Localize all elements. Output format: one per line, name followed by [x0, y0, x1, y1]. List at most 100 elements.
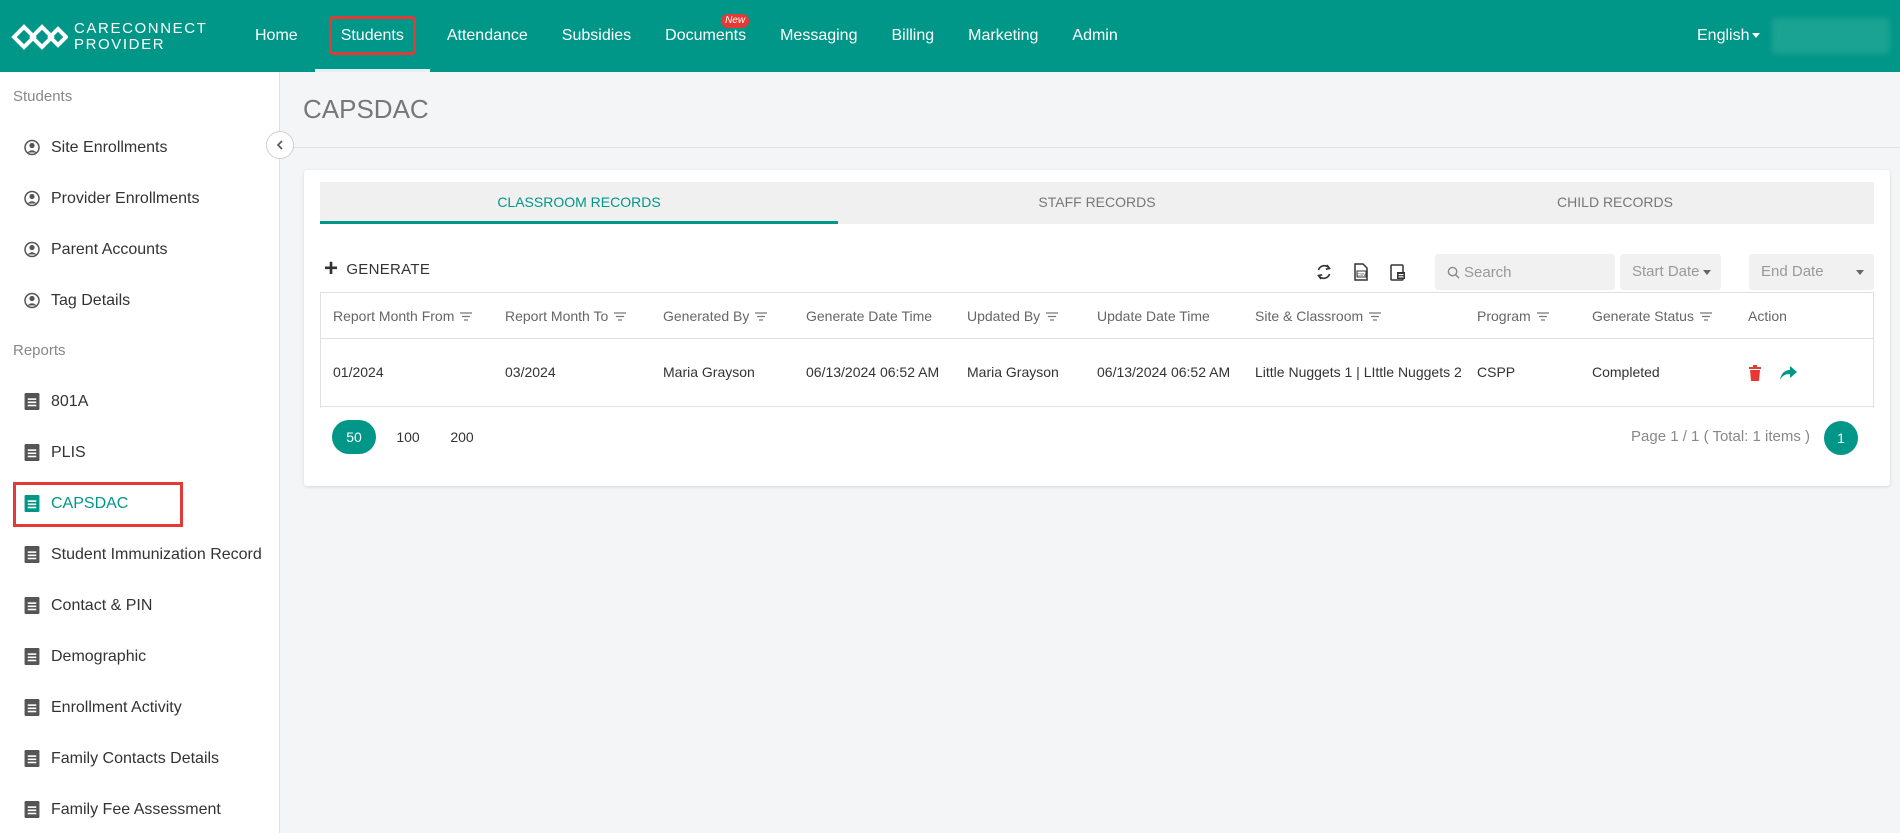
- refresh-icon[interactable]: [1314, 262, 1334, 282]
- filter-icon[interactable]: [1369, 312, 1382, 321]
- column-header-site-classroom[interactable]: Site & Classroom: [1242, 292, 1464, 339]
- highlight-box: [13, 482, 183, 527]
- nav-documents[interactable]: Documents New: [648, 0, 763, 72]
- nav-home[interactable]: Home: [238, 0, 315, 72]
- page-button-1[interactable]: 1: [1824, 421, 1858, 455]
- sidebar-item-label: Demographic: [51, 647, 147, 665]
- nav-admin[interactable]: Admin: [1055, 0, 1134, 72]
- nav-billing-label: Billing: [891, 27, 935, 44]
- plus-icon: +: [324, 255, 339, 282]
- nav-billing[interactable]: Billing: [874, 0, 951, 72]
- cell-site-classroom: Little Nuggets 1 | LIttle Nuggets 2: [1242, 338, 1464, 407]
- brand-line-1: CARECONNECT: [74, 20, 208, 37]
- cell-updated-by: Maria Grayson: [954, 338, 1084, 407]
- user-circle-icon: [24, 190, 40, 207]
- page-size-100[interactable]: 100: [386, 420, 430, 454]
- divider: [281, 147, 1900, 148]
- column-header-update-date-time: Update Date Time: [1084, 292, 1242, 339]
- column-header-generate-status[interactable]: Generate Status: [1579, 292, 1735, 339]
- sidebar-heading-reports: Reports: [13, 342, 66, 359]
- page-size-200[interactable]: 200: [440, 420, 484, 454]
- user-circle-icon: [24, 139, 40, 156]
- document-icon: [24, 699, 40, 716]
- nav-subsidies[interactable]: Subsidies: [545, 0, 648, 72]
- end-date-placeholder: End Date: [1761, 263, 1824, 280]
- records-card: CLASSROOM RECORDS STAFF RECORDS CHILD RE…: [304, 170, 1890, 486]
- export-csv-icon[interactable]: CSV: [1351, 262, 1371, 282]
- tab-classroom-records[interactable]: CLASSROOM RECORDS: [320, 182, 838, 224]
- caret-down-icon: [1752, 33, 1761, 39]
- sidebar-item-provider-enrollments[interactable]: Provider Enrollments: [0, 173, 279, 224]
- sidebar-item-label: PLIS: [51, 443, 86, 461]
- sidebar-item-family-contacts-details[interactable]: Family Contacts Details: [0, 733, 279, 784]
- nav-home-label: Home: [255, 27, 298, 44]
- sidebar-item-site-enrollments[interactable]: Site Enrollments: [0, 122, 279, 173]
- tab-child-records[interactable]: CHILD RECORDS: [1356, 182, 1874, 224]
- generate-label: GENERATE: [346, 260, 431, 278]
- sidebar-item-label: Tag Details: [51, 291, 131, 309]
- sidebar-item-capsdac[interactable]: CAPSDAC: [0, 478, 279, 529]
- sidebar-item-family-fee-assessment[interactable]: Family Fee Assessment: [0, 784, 279, 833]
- user-account-menu[interactable]: [1772, 18, 1890, 54]
- search-icon: [1447, 266, 1460, 279]
- search-input[interactable]: [1464, 263, 1614, 281]
- sidebar-item-parent-accounts[interactable]: Parent Accounts: [0, 224, 279, 275]
- nav-students[interactable]: Students: [314, 0, 430, 72]
- share-icon[interactable]: [1779, 365, 1798, 381]
- sidebar-item-contact-pin[interactable]: Contact & PIN: [0, 580, 279, 631]
- start-date-placeholder: Start Date: [1632, 263, 1700, 280]
- sidebar-item-student-immunization-record[interactable]: Student Immunization Record: [0, 529, 279, 580]
- cell-generated-by: Maria Grayson: [650, 338, 793, 407]
- filter-icon[interactable]: [1699, 312, 1712, 321]
- sidebar-collapse-button[interactable]: [266, 131, 294, 159]
- sidebar-item-plis[interactable]: PLIS: [0, 427, 279, 478]
- start-date-picker[interactable]: Start Date: [1620, 254, 1721, 290]
- page-size-50[interactable]: 50: [332, 420, 376, 454]
- svg-text:CSV: CSV: [1357, 272, 1366, 277]
- sidebar-item-tag-details[interactable]: Tag Details: [0, 275, 279, 326]
- generate-button[interactable]: + GENERATE: [324, 255, 431, 282]
- delete-icon[interactable]: [1748, 365, 1762, 382]
- filter-icon[interactable]: [1046, 312, 1059, 321]
- sidebar-item-801a[interactable]: 801A: [0, 376, 279, 427]
- language-dropdown[interactable]: English: [1697, 0, 1761, 72]
- page-title: CAPSDAC: [303, 94, 429, 124]
- document-icon: [24, 444, 40, 461]
- nav-admin-label: Admin: [1072, 27, 1118, 44]
- chevron-left-icon: [276, 140, 283, 150]
- nav-marketing-label: Marketing: [968, 27, 1039, 44]
- sidebar-item-label: Family Fee Assessment: [51, 800, 221, 818]
- filter-icon[interactable]: [755, 312, 768, 321]
- column-header-report-month-from[interactable]: Report Month From: [320, 292, 492, 339]
- column-header-program[interactable]: Program: [1464, 292, 1579, 339]
- tab-staff-records[interactable]: STAFF RECORDS: [838, 182, 1356, 224]
- brand-logo[interactable]: CARECONNECT PROVIDER: [10, 20, 207, 54]
- careconnect-logo-icon: [11, 24, 68, 50]
- filter-icon[interactable]: [460, 312, 473, 321]
- sidebar-item-label: 801A: [51, 392, 89, 410]
- nav-messaging[interactable]: Messaging: [763, 0, 874, 72]
- records-table: Report Month From Report Month To Genera…: [320, 292, 1874, 407]
- sidebar-item-enrollment-activity[interactable]: Enrollment Activity: [0, 682, 279, 733]
- filter-icon[interactable]: [614, 312, 627, 321]
- column-header-generated-by[interactable]: Generated By: [650, 292, 793, 339]
- column-header-action: Action: [1735, 292, 1874, 339]
- sidebar-item-label: Student Immunization Record: [51, 545, 262, 563]
- end-date-picker[interactable]: End Date: [1749, 254, 1874, 290]
- nav-students-label: Students: [328, 16, 416, 55]
- column-header-report-month-to[interactable]: Report Month To: [492, 292, 650, 339]
- filter-icon[interactable]: [1536, 312, 1549, 321]
- nav-subsidies-label: Subsidies: [561, 27, 632, 44]
- cell-report-month-to: 03/2024: [492, 338, 650, 407]
- sidebar-item-label: Parent Accounts: [51, 240, 168, 258]
- document-icon: [24, 750, 40, 767]
- column-header-updated-by[interactable]: Updated By: [954, 292, 1084, 339]
- export-excel-icon[interactable]: [1388, 262, 1408, 282]
- main-nav: Home Students Attendance Subsidies Docum…: [238, 0, 1135, 72]
- cell-report-month-from: 01/2024: [320, 338, 492, 407]
- nav-attendance[interactable]: Attendance: [430, 0, 545, 72]
- caret-down-icon: [1703, 270, 1711, 275]
- nav-marketing[interactable]: Marketing: [951, 0, 1055, 72]
- sidebar-item-demographic[interactable]: Demographic: [0, 631, 279, 682]
- document-icon: [24, 801, 40, 818]
